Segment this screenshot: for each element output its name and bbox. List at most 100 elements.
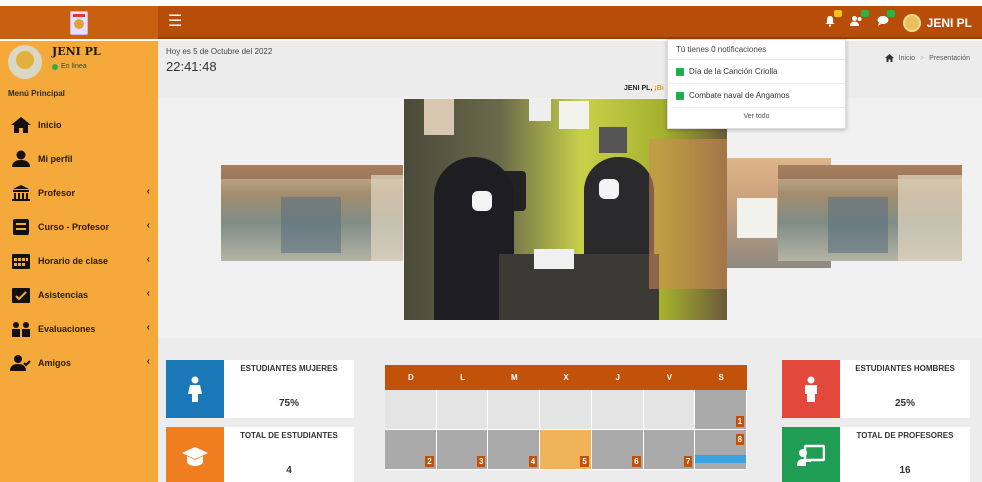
sidebar-item-curso-profesor[interactable]: Curso - Profesor ‹ [0, 210, 158, 244]
chevron-left-icon: ‹ [146, 254, 150, 265]
stat-card-students-men: ESTUDIANTES HOMBRES 25% [782, 360, 970, 418]
female-icon [166, 360, 224, 418]
stat-value: 75% [278, 398, 299, 409]
day-number: 4 [528, 456, 538, 467]
main-content: Hoy es 5 de Octubre del 2022 22:41:48 In… [158, 41, 982, 482]
carousel-image-right-b [778, 165, 962, 261]
calendar-check-icon [12, 288, 30, 303]
calendar-day [385, 390, 437, 430]
building-icon [12, 185, 30, 201]
calendar-day[interactable]: 6 [591, 430, 644, 470]
sidebar: JENI PL En línea Menú Principal Inicio M… [0, 41, 158, 482]
male-icon [782, 360, 840, 418]
user-menu[interactable]: JENI PL [902, 13, 972, 32]
event-icon [676, 91, 684, 100]
logo-badge-icon [70, 10, 88, 35]
user-icon [12, 150, 30, 167]
day-number: 3 [476, 456, 486, 467]
weekday-label: D [407, 373, 414, 382]
topbar-user-name: JENI PL [926, 15, 972, 30]
breadcrumb-home[interactable]: Inicio [899, 55, 915, 62]
notification-item[interactable]: Día de la Canción Criolla [668, 60, 845, 84]
sidebar-item-label: Amigos [38, 358, 72, 368]
calendar-day-today[interactable]: 5 [540, 430, 592, 470]
sidebar-item-amigos[interactable]: Amigos ‹ [0, 346, 158, 380]
calendar-day [591, 390, 644, 430]
sidebar-item-label: Profesor [38, 188, 76, 198]
users-icon[interactable] [849, 10, 869, 30]
calendar-week: 2 3 4 5 6 7 8 [385, 430, 748, 470]
calendar-day [643, 390, 696, 430]
weekday-label: X [563, 373, 569, 382]
calendar-day [436, 390, 489, 430]
greeting: JENI PL, ¡Bi [624, 85, 664, 92]
notification-text: Día de la Canción Criolla [689, 67, 778, 76]
stat-title: ESTUDIANTES HOMBRES [855, 364, 955, 373]
greeting-name: JENI PL, [624, 85, 653, 92]
bell-icon[interactable] [824, 10, 842, 30]
stat-value: 25% [894, 398, 915, 409]
home-icon [11, 117, 31, 133]
breadcrumb-separator: > [920, 54, 925, 62]
calendar-header: D L M X J V S [385, 365, 747, 390]
weekday-label: S [718, 373, 724, 382]
online-status: En línea [52, 63, 87, 70]
chat-icon[interactable] [877, 10, 895, 30]
stat-card-students-women: ESTUDIANTES MUJERES 75% [166, 360, 354, 418]
event-icon [676, 67, 684, 76]
image-carousel[interactable] [158, 98, 982, 338]
sidebar-user-name: JENI PL [52, 45, 101, 58]
chalkboard-teacher-icon [782, 427, 840, 482]
sidebar-item-label: Horario de clase [38, 256, 109, 266]
avatar-small [902, 13, 921, 32]
stat-card-total-teachers: TOTAL DE PROFESORES 16 [782, 427, 970, 482]
breadcrumb-current: Presentación [929, 54, 970, 62]
greeting-text: ¡Bi [654, 85, 664, 92]
stat-value: 4 [286, 465, 292, 476]
online-dot-icon [52, 63, 58, 70]
user-panel: JENI PL En línea [8, 45, 153, 83]
calendar-day[interactable]: 2 [385, 430, 437, 470]
carousel-image-left [221, 165, 403, 261]
sidebar-item-label: Mi perfil [38, 154, 73, 164]
weekday-label: L [460, 373, 466, 382]
sidebar-item-profesor[interactable]: Profesor ‹ [0, 176, 158, 210]
chevron-left-icon: ‹ [146, 220, 150, 231]
stat-card-total-students: TOTAL DE ESTUDIANTES 4 [166, 427, 354, 482]
chevron-left-icon: ‹ [146, 356, 150, 367]
calendar-event-bar[interactable] [695, 455, 747, 463]
date-text: Hoy es 5 de Octubre del 2022 [166, 47, 273, 56]
sidebar-item-mi-perfil[interactable]: Mi perfil [0, 142, 158, 176]
chevron-left-icon: ‹ [146, 322, 150, 333]
calendar-week: 1 [385, 390, 748, 430]
stat-title: ESTUDIANTES MUJERES [240, 364, 338, 373]
notifications-header: Tú tienes 0 notificaciones [668, 40, 845, 60]
top-navbar: ☰ JENI PL [0, 6, 982, 39]
sidebar-item-horario[interactable]: Horario de clase ‹ [0, 244, 158, 278]
sidebar-item-inicio[interactable]: Inicio [0, 108, 158, 142]
users-icon [12, 322, 30, 337]
calendar-day[interactable]: 7 [643, 430, 696, 470]
menu-toggle-button[interactable]: ☰ [168, 14, 182, 30]
sidebar-item-asistencias[interactable]: Asistencias ‹ [0, 278, 158, 312]
view-all-link[interactable]: Ver todo [668, 108, 845, 120]
calendar-day[interactable]: 3 [436, 430, 489, 470]
stat-value: 16 [899, 465, 911, 476]
school-logo[interactable] [0, 6, 158, 39]
chevron-left-icon: ‹ [146, 186, 150, 197]
day-number: 6 [632, 456, 641, 467]
day-number: 1 [735, 416, 745, 427]
calendar-day[interactable]: 4 [488, 430, 541, 470]
day-number: 2 [425, 456, 434, 467]
app-window: ☰ JENI PL JENI PL En línea Menú Principa… [0, 0, 982, 482]
graduation-cap-icon [166, 427, 224, 482]
calendar-day [540, 390, 592, 430]
weekday-label: V [666, 373, 673, 382]
notification-item[interactable]: Combate naval de Angamos [668, 84, 845, 108]
day-number: 8 [735, 434, 745, 445]
calendar-day [488, 390, 541, 430]
calendar-icon [12, 254, 30, 269]
calendar-day[interactable]: 1 [695, 390, 748, 430]
calendar-day[interactable]: 8 [695, 430, 748, 470]
sidebar-item-evaluaciones[interactable]: Evaluaciones ‹ [0, 312, 158, 346]
